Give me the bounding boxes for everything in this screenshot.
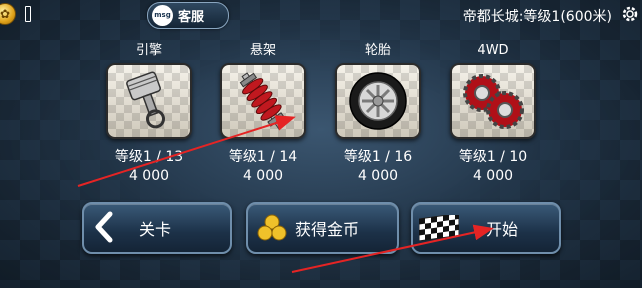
4wd-upgrade-tile[interactable] <box>450 63 536 139</box>
stages-back-button[interactable]: 关卡 <box>82 202 232 254</box>
piston-icon <box>126 71 165 129</box>
upgrade-card-4wd[interactable]: 4WD 等级1 / 10 4 000 <box>441 42 545 184</box>
part-title: 悬架 <box>249 43 276 58</box>
gears-icon <box>463 74 524 129</box>
top-bar: ✿ msg 客服 帝都长城:等级1(600米) <box>0 0 642 32</box>
part-level: 等级1 / 10 <box>458 149 528 165</box>
coins-icon <box>257 214 287 241</box>
settings-gear-icon[interactable] <box>620 4 640 24</box>
start-button[interactable]: 开始 <box>411 202 561 254</box>
part-level: 等级1 / 13 <box>114 149 184 165</box>
upgrade-card-tires[interactable]: 轮胎 等级1 / 16 4 000 <box>326 42 430 184</box>
part-cost: 4 000 <box>242 168 284 184</box>
get-coins-label: 获得金币 <box>295 220 360 239</box>
coil-spring-icon <box>239 72 285 130</box>
part-title: 4WD <box>477 43 509 58</box>
wheel-icon <box>349 72 407 130</box>
get-coins-button[interactable]: 获得金币 <box>246 202 399 254</box>
chevron-left-icon <box>95 211 113 243</box>
fuel-bar-icon <box>25 6 31 22</box>
upgrade-card-engine[interactable]: 引擎 等级1 / 13 4 000 <box>97 42 201 184</box>
checkered-flag-icon <box>419 215 459 241</box>
stage-level-text: 帝都长城:等级1(600米) <box>462 9 612 25</box>
upgrade-card-suspension[interactable]: 悬架 等级1 / 14 4 000 <box>211 42 315 184</box>
part-cost: 4 000 <box>128 168 170 184</box>
customer-service-button[interactable]: msg 客服 <box>147 2 229 29</box>
tires-upgrade-tile[interactable] <box>335 63 421 139</box>
customer-service-label: 客服 <box>178 10 205 25</box>
part-title: 轮胎 <box>364 43 391 58</box>
start-label: 开始 <box>486 220 519 239</box>
suspension-upgrade-tile[interactable] <box>220 63 306 139</box>
engine-upgrade-tile[interactable] <box>106 63 192 139</box>
part-cost: 4 000 <box>357 168 399 184</box>
part-title: 引擎 <box>135 43 162 58</box>
coin-icon[interactable]: ✿ <box>0 3 16 25</box>
stages-back-label: 关卡 <box>139 220 172 239</box>
part-cost: 4 000 <box>472 168 514 184</box>
part-level: 等级1 / 16 <box>343 149 413 165</box>
part-level: 等级1 / 14 <box>228 149 298 165</box>
message-icon: msg <box>152 5 173 26</box>
